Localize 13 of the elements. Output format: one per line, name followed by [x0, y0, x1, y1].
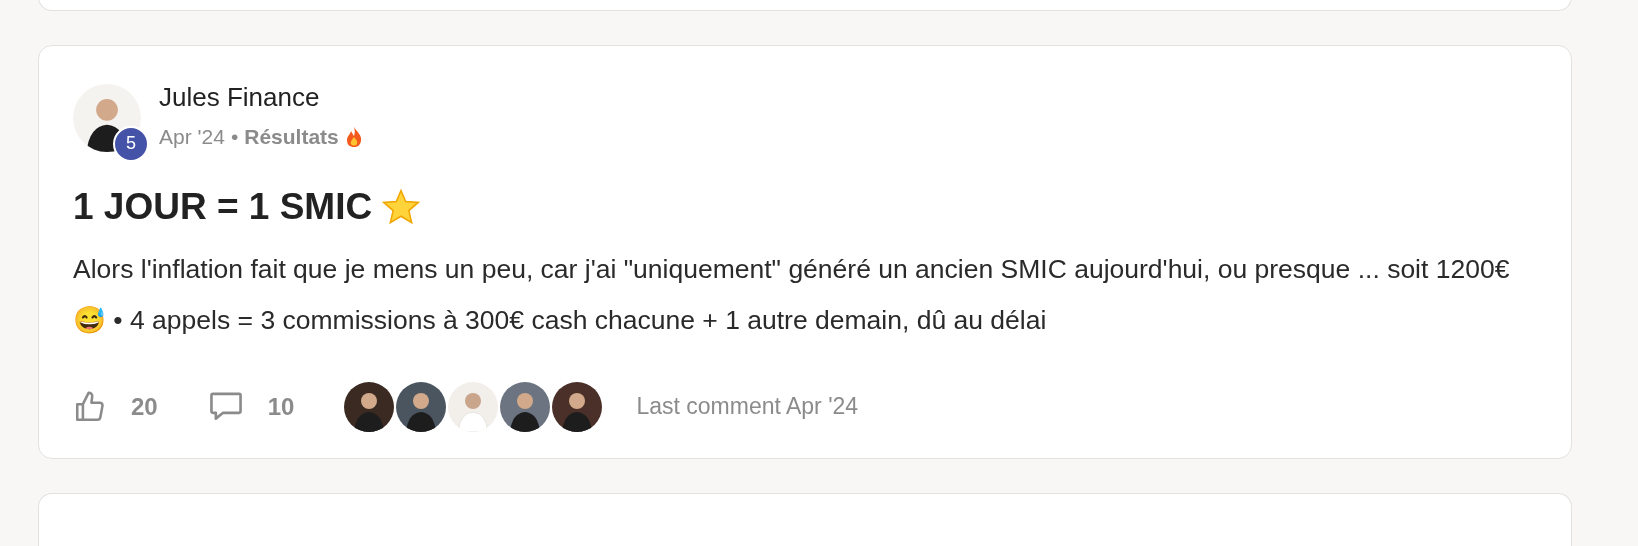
thumbs-up-icon[interactable] [73, 389, 107, 424]
fire-icon [344, 125, 363, 148]
post-excerpt: Alors l'inflation fait que je mens un peu, car j'ai "uniquement" généré un ancien SMIC aujourd'hui, ou presque ... soit 1200€ 😅 • 4 appels = 3 commissions à 300€ cash chacune + 1 autre demain, dû au délai [73, 252, 1511, 337]
separator-dot: • [230, 124, 239, 149]
like-count: 20 [131, 392, 158, 421]
star-icon [382, 188, 421, 225]
comment-count: 10 [267, 392, 295, 421]
author-name[interactable]: Jules Finance [159, 81, 363, 113]
post-date: Apr '24 [159, 124, 225, 149]
level-badge: 5 [113, 125, 149, 162]
last-comment-date: Last comment Apr '24 [636, 393, 859, 421]
comment-icon[interactable] [207, 390, 244, 423]
post-title[interactable]: 1 JOUR = 1 SMIC [73, 185, 373, 228]
